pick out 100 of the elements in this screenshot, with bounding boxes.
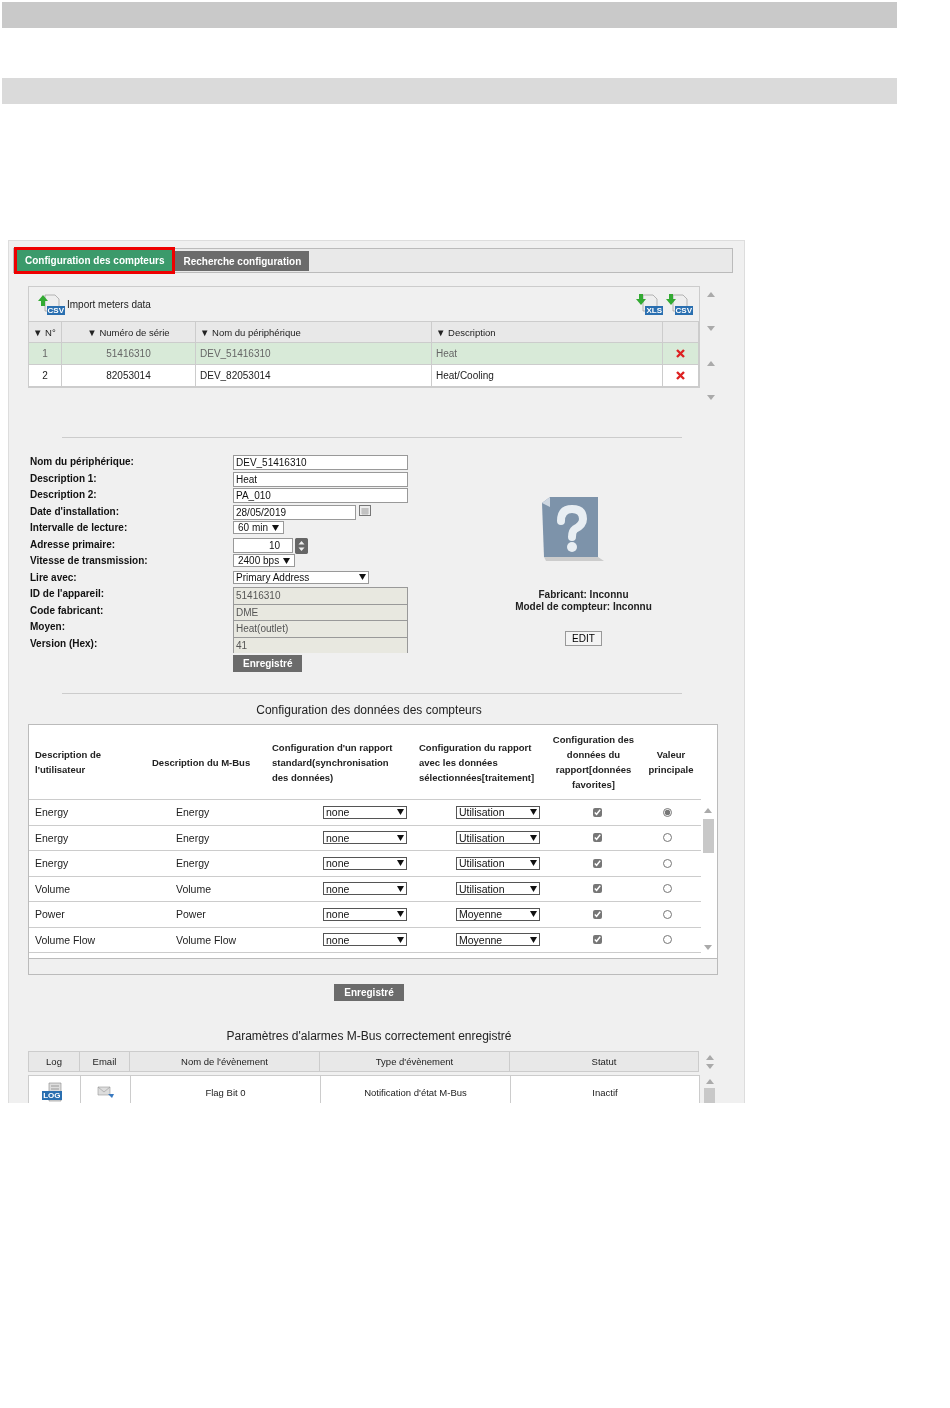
- scrollbar-thumb[interactable]: [704, 1088, 715, 1103]
- column-header: Log: [28, 1051, 80, 1072]
- section-title: Configuration des données des compteurs: [255, 703, 483, 717]
- delete-icon[interactable]: [676, 371, 685, 380]
- import-label[interactable]: Import meters data: [67, 298, 151, 310]
- scroll-down-icon[interactable]: [705, 1064, 714, 1069]
- field-label: Version (Hex):: [30, 636, 99, 651]
- manufacturer-text: Fabricant: Inconnu: [538, 589, 629, 601]
- dropdown-arrow-icon: [272, 524, 279, 531]
- dropdown[interactable]: 2400 bps: [233, 554, 296, 567]
- table-cell: Energy: [29, 851, 146, 877]
- column-header: Type d'évènement: [320, 1051, 510, 1072]
- report-dropdown[interactable]: Utilisation: [456, 856, 540, 870]
- dropdown-arrow-icon: [530, 860, 537, 867]
- main-value-radio[interactable]: [662, 833, 672, 843]
- field-label: Description 1:: [30, 471, 98, 486]
- section-title: Paramètres d'alarmes M-Bus correctement enregistré: [225, 1029, 513, 1043]
- text-field[interactable]: Heat: [233, 471, 408, 487]
- dropdown[interactable]: Primary Address: [233, 570, 369, 584]
- table-cell: Energy: [29, 825, 146, 851]
- scroll-up-icon[interactable]: [704, 808, 712, 813]
- favorite-checkbox[interactable]: [593, 807, 602, 817]
- table-cell: Power: [146, 902, 266, 928]
- table-cell: 51416310: [62, 343, 196, 365]
- column-header: Configuration des données du rapport[données favorites]: [546, 725, 641, 800]
- table-cell: Energy: [146, 851, 266, 877]
- report-dropdown[interactable]: none: [323, 831, 407, 845]
- field-label: Intervalle de lecture:: [30, 521, 129, 535]
- readonly-field: Heat(outlet): [233, 620, 408, 637]
- dropdown[interactable]: 60 min: [233, 521, 284, 534]
- column-header[interactable]: ▼ Numéro de série: [62, 321, 196, 343]
- table-cell: Power: [29, 902, 146, 928]
- scroll-down-icon[interactable]: [704, 945, 712, 950]
- column-header[interactable]: ▼ N°: [29, 321, 62, 343]
- main-value-radio[interactable]: [662, 935, 672, 945]
- text-field[interactable]: DEV_51416310: [233, 455, 408, 470]
- favorite-checkbox[interactable]: [593, 935, 602, 945]
- save-button[interactable]: Enregistré: [233, 655, 303, 672]
- dropdown-arrow-icon: [397, 911, 404, 918]
- main-value-radio[interactable]: [662, 909, 672, 919]
- scroll-down-icon[interactable]: [707, 395, 715, 400]
- delete-icon[interactable]: [676, 349, 685, 358]
- scroll-up-icon[interactable]: [705, 1079, 714, 1084]
- report-dropdown[interactable]: none: [323, 856, 407, 870]
- column-header: Description du M-Bus: [146, 725, 266, 800]
- email-icon[interactable]: [96, 1085, 115, 1099]
- table-cell: Energy: [29, 800, 146, 826]
- column-header[interactable]: ▼ Nom du périphérique: [196, 321, 432, 343]
- tab[interactable]: Recherche configuration: [175, 251, 310, 271]
- dropdown-arrow-icon: [397, 834, 404, 841]
- main-value-radio[interactable]: [662, 807, 672, 817]
- dropdown-arrow-icon: [359, 574, 366, 580]
- favorite-checkbox[interactable]: [593, 909, 602, 919]
- report-dropdown[interactable]: none: [323, 882, 407, 896]
- favorite-checkbox[interactable]: [593, 833, 602, 843]
- report-dropdown[interactable]: none: [323, 907, 407, 921]
- field-label: Nom du périphérique:: [30, 455, 135, 469]
- column-header: Email: [80, 1051, 130, 1072]
- table-cell: 82053014: [62, 365, 196, 387]
- main-value-radio[interactable]: [662, 858, 672, 868]
- report-dropdown[interactable]: Utilisation: [456, 831, 540, 845]
- report-dropdown[interactable]: none: [323, 805, 407, 819]
- report-dropdown[interactable]: Moyenne: [456, 907, 540, 921]
- scrollbar-thumb[interactable]: [702, 819, 714, 853]
- dropdown-arrow-icon: [397, 885, 404, 892]
- report-dropdown[interactable]: Moyenne: [456, 933, 540, 947]
- scroll-up-icon[interactable]: [707, 292, 715, 297]
- field-label: ID de l'appareil:: [30, 587, 106, 601]
- table-cell: 1: [29, 343, 62, 365]
- scroll-up-icon[interactable]: [705, 1055, 714, 1060]
- dropdown-arrow-icon: [397, 809, 404, 816]
- report-dropdown[interactable]: Utilisation: [456, 805, 540, 819]
- spinner-icon[interactable]: [295, 537, 308, 554]
- date-field[interactable]: 28/05/2019: [233, 504, 356, 520]
- favorite-checkbox[interactable]: [593, 884, 602, 894]
- table-cell: Volume Flow: [29, 927, 146, 953]
- dropdown-arrow-icon: [530, 911, 537, 918]
- calendar-icon[interactable]: [359, 504, 371, 516]
- column-header: Description de l'utilisateur: [29, 725, 146, 800]
- report-dropdown[interactable]: none: [323, 933, 407, 947]
- field-label: Moyen:: [30, 620, 66, 634]
- field-label: Lire avec:: [30, 570, 78, 585]
- favorite-checkbox[interactable]: [593, 858, 602, 868]
- column-header[interactable]: ▼ Description: [432, 321, 663, 343]
- table-cell: Heat/Cooling: [432, 365, 663, 387]
- model-text: Model de compteur: Inconnu: [515, 601, 652, 613]
- main-value-radio[interactable]: [662, 884, 672, 894]
- number-field[interactable]: 10: [233, 537, 293, 553]
- report-dropdown[interactable]: Utilisation: [456, 882, 540, 896]
- dropdown-arrow-icon: [530, 885, 537, 892]
- text-field[interactable]: PA_010: [233, 488, 408, 503]
- table-cell: DEV_82053014: [196, 365, 432, 387]
- edit-button[interactable]: EDIT: [565, 631, 602, 646]
- column-header: Valeur principale: [641, 725, 701, 800]
- save-button[interactable]: Enregistré: [334, 984, 404, 1001]
- scroll-down-icon[interactable]: [707, 326, 715, 332]
- column-header: Statut: [510, 1051, 699, 1072]
- table-cell: Energy: [146, 800, 266, 826]
- scroll-up-icon[interactable]: [707, 360, 715, 366]
- table-cell: Energy: [146, 825, 266, 851]
